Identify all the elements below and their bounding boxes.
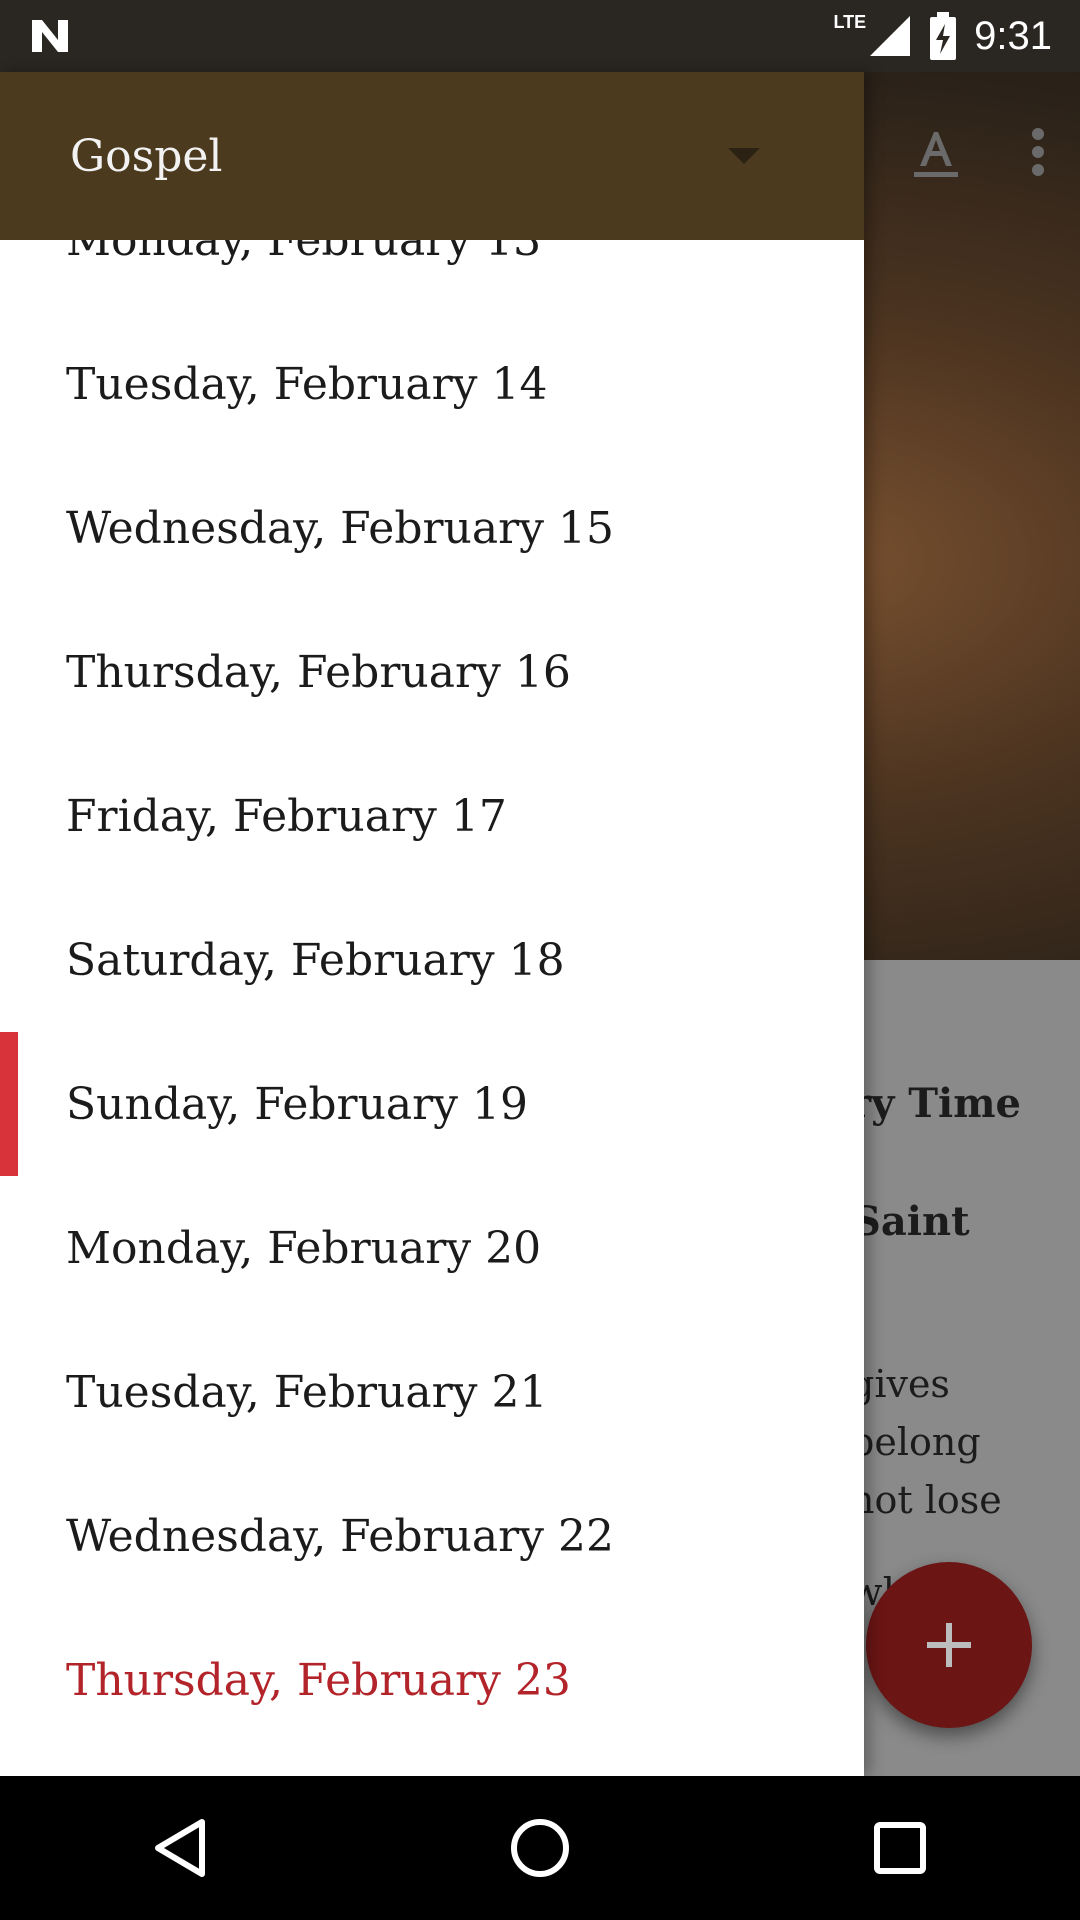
date-item[interactable]: Saturday, February 18 bbox=[0, 888, 864, 1032]
plus-icon bbox=[927, 1623, 971, 1667]
date-label: Tuesday, February 14 bbox=[66, 358, 548, 410]
date-item[interactable]: Tuesday, February 21 bbox=[0, 1320, 864, 1464]
date-label: Saturday, February 18 bbox=[66, 934, 565, 986]
overflow-menu-icon[interactable] bbox=[1030, 126, 1046, 178]
paragraph-line: not lose bbox=[850, 1478, 1002, 1522]
date-label: Friday, February 17 bbox=[66, 790, 507, 842]
date-label: Wednesday, February 15 bbox=[66, 502, 614, 554]
recents-button[interactable] bbox=[850, 1798, 950, 1898]
home-icon bbox=[511, 1819, 569, 1877]
date-label: Thursday, February 23 bbox=[66, 1654, 571, 1706]
navigation-drawer: Gospel Monday, February 13 Tuesday, Febr… bbox=[0, 72, 864, 1776]
back-button[interactable] bbox=[130, 1798, 230, 1898]
text-format-icon[interactable] bbox=[912, 126, 960, 178]
reading-subtitle-fragment: Saint bbox=[852, 1198, 970, 1245]
date-label: Tuesday, February 21 bbox=[66, 1366, 548, 1418]
drawer-title: Gospel bbox=[70, 130, 223, 182]
drawer-header[interactable]: Gospel bbox=[0, 72, 864, 240]
status-bar: LTE 9:31 bbox=[0, 0, 1080, 72]
paragraph-line: gives bbox=[850, 1362, 950, 1406]
back-icon bbox=[155, 1819, 205, 1877]
reading-title-fragment: ry Time bbox=[850, 1080, 1021, 1127]
date-item[interactable]: Friday, February 17 bbox=[0, 744, 864, 888]
date-item[interactable]: Wednesday, February 22 bbox=[0, 1464, 864, 1608]
date-item[interactable]: Monday, February 20 bbox=[0, 1176, 864, 1320]
recents-icon bbox=[874, 1822, 926, 1874]
date-item-today[interactable]: Thursday, February 23 bbox=[0, 1608, 864, 1752]
date-label: Wednesday, February 22 bbox=[66, 1510, 614, 1562]
date-item[interactable]: Tuesday, February 14 bbox=[0, 312, 864, 456]
date-item-selected[interactable]: Sunday, February 19 bbox=[0, 1032, 864, 1176]
toolbar-actions bbox=[912, 126, 1046, 178]
date-label: Sunday, February 19 bbox=[66, 1078, 528, 1130]
paragraph-line: belong bbox=[850, 1420, 981, 1464]
signal-icon bbox=[870, 16, 911, 56]
clock: 9:31 bbox=[974, 13, 1052, 58]
battery-charging-icon bbox=[930, 12, 957, 60]
selected-indicator bbox=[0, 1032, 18, 1176]
app-n-icon bbox=[32, 20, 68, 52]
home-button[interactable] bbox=[490, 1798, 590, 1898]
date-label: Monday, February 20 bbox=[66, 1222, 542, 1274]
network-type-label: LTE bbox=[833, 11, 867, 32]
system-nav-bar bbox=[0, 1776, 1080, 1920]
dropdown-caret-icon[interactable] bbox=[728, 148, 760, 164]
date-item[interactable]: Thursday, February 16 bbox=[0, 600, 864, 744]
date-label: Thursday, February 16 bbox=[66, 646, 571, 698]
date-item[interactable]: Wednesday, February 15 bbox=[0, 456, 864, 600]
add-fab-button[interactable] bbox=[866, 1562, 1032, 1728]
